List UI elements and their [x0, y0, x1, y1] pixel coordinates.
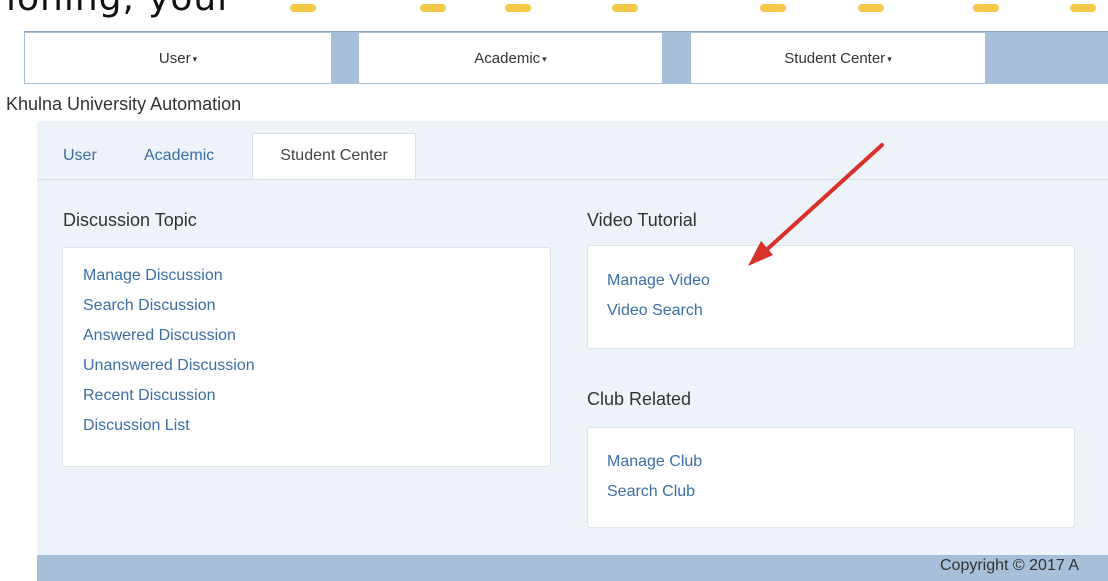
decoration-dot — [290, 4, 316, 12]
answered-discussion-link[interactable]: Answered Discussion — [83, 321, 550, 351]
cropped-text: ioning; your — [6, 0, 233, 19]
nav-academic-label: Academic — [474, 49, 541, 67]
nav-academic-dropdown[interactable]: Academic ▾ — [359, 33, 662, 83]
footer: Copyright © 2017 A — [37, 555, 1108, 581]
discussion-topic-heading: Discussion Topic — [63, 210, 197, 230]
nav-user-label: User — [158, 49, 191, 67]
tab-student-center[interactable]: Student Center — [252, 133, 416, 179]
tab-user[interactable]: User — [63, 133, 97, 179]
manage-discussion-link[interactable]: Manage Discussion — [83, 261, 550, 291]
caret-down-icon: ▾ — [542, 53, 547, 64]
video-tutorial-heading: Video Tutorial — [587, 210, 697, 230]
club-card: Manage Club Search Club — [587, 427, 1075, 528]
decoration-dot — [420, 4, 446, 12]
search-discussion-link[interactable]: Search Discussion — [83, 291, 550, 321]
page: ioning; your User ▾ Academic ▾ Student C… — [0, 0, 1108, 581]
page-title: Khulna University Automation — [6, 94, 242, 114]
video-card: Manage Video Video Search — [587, 245, 1075, 349]
unanswered-discussion-link[interactable]: Unanswered Discussion — [83, 351, 550, 381]
caret-down-icon: ▾ — [887, 53, 892, 64]
decoration-dot — [1070, 4, 1096, 12]
caret-down-icon: ▾ — [192, 53, 198, 64]
cropped-header-residue: ioning; your — [0, 0, 1108, 30]
video-search-link[interactable]: Video Search — [607, 296, 1074, 326]
main-panel: User Academic Student Center Discussion … — [37, 121, 1108, 555]
copyright-text: Copyright © 2017 A — [940, 557, 1079, 574]
decoration-dot — [505, 4, 531, 12]
nav-student-center-dropdown[interactable]: Student Center ▾ — [691, 33, 985, 83]
search-club-link[interactable]: Search Club — [607, 477, 1074, 507]
discussion-card: Manage Discussion Search Discussion Answ… — [62, 247, 551, 467]
nav-student-center-label: Student Center — [784, 49, 886, 67]
decoration-dot — [858, 4, 884, 12]
top-navbar: User ▾ Academic ▾ Student Center ▾ — [24, 31, 1108, 84]
decoration-dot — [612, 4, 638, 12]
club-related-heading: Club Related — [587, 389, 692, 409]
decoration-dot — [973, 4, 999, 12]
nav-user-dropdown[interactable]: User ▾ — [25, 33, 331, 83]
tab-bar: User Academic Student Center — [37, 133, 1108, 180]
discussion-list-link[interactable]: Discussion List — [83, 411, 550, 441]
manage-video-link[interactable]: Manage Video — [607, 266, 1074, 296]
tab-academic[interactable]: Academic — [144, 133, 214, 179]
decoration-dot — [760, 4, 786, 12]
manage-club-link[interactable]: Manage Club — [607, 447, 1074, 477]
recent-discussion-link[interactable]: Recent Discussion — [83, 381, 550, 411]
